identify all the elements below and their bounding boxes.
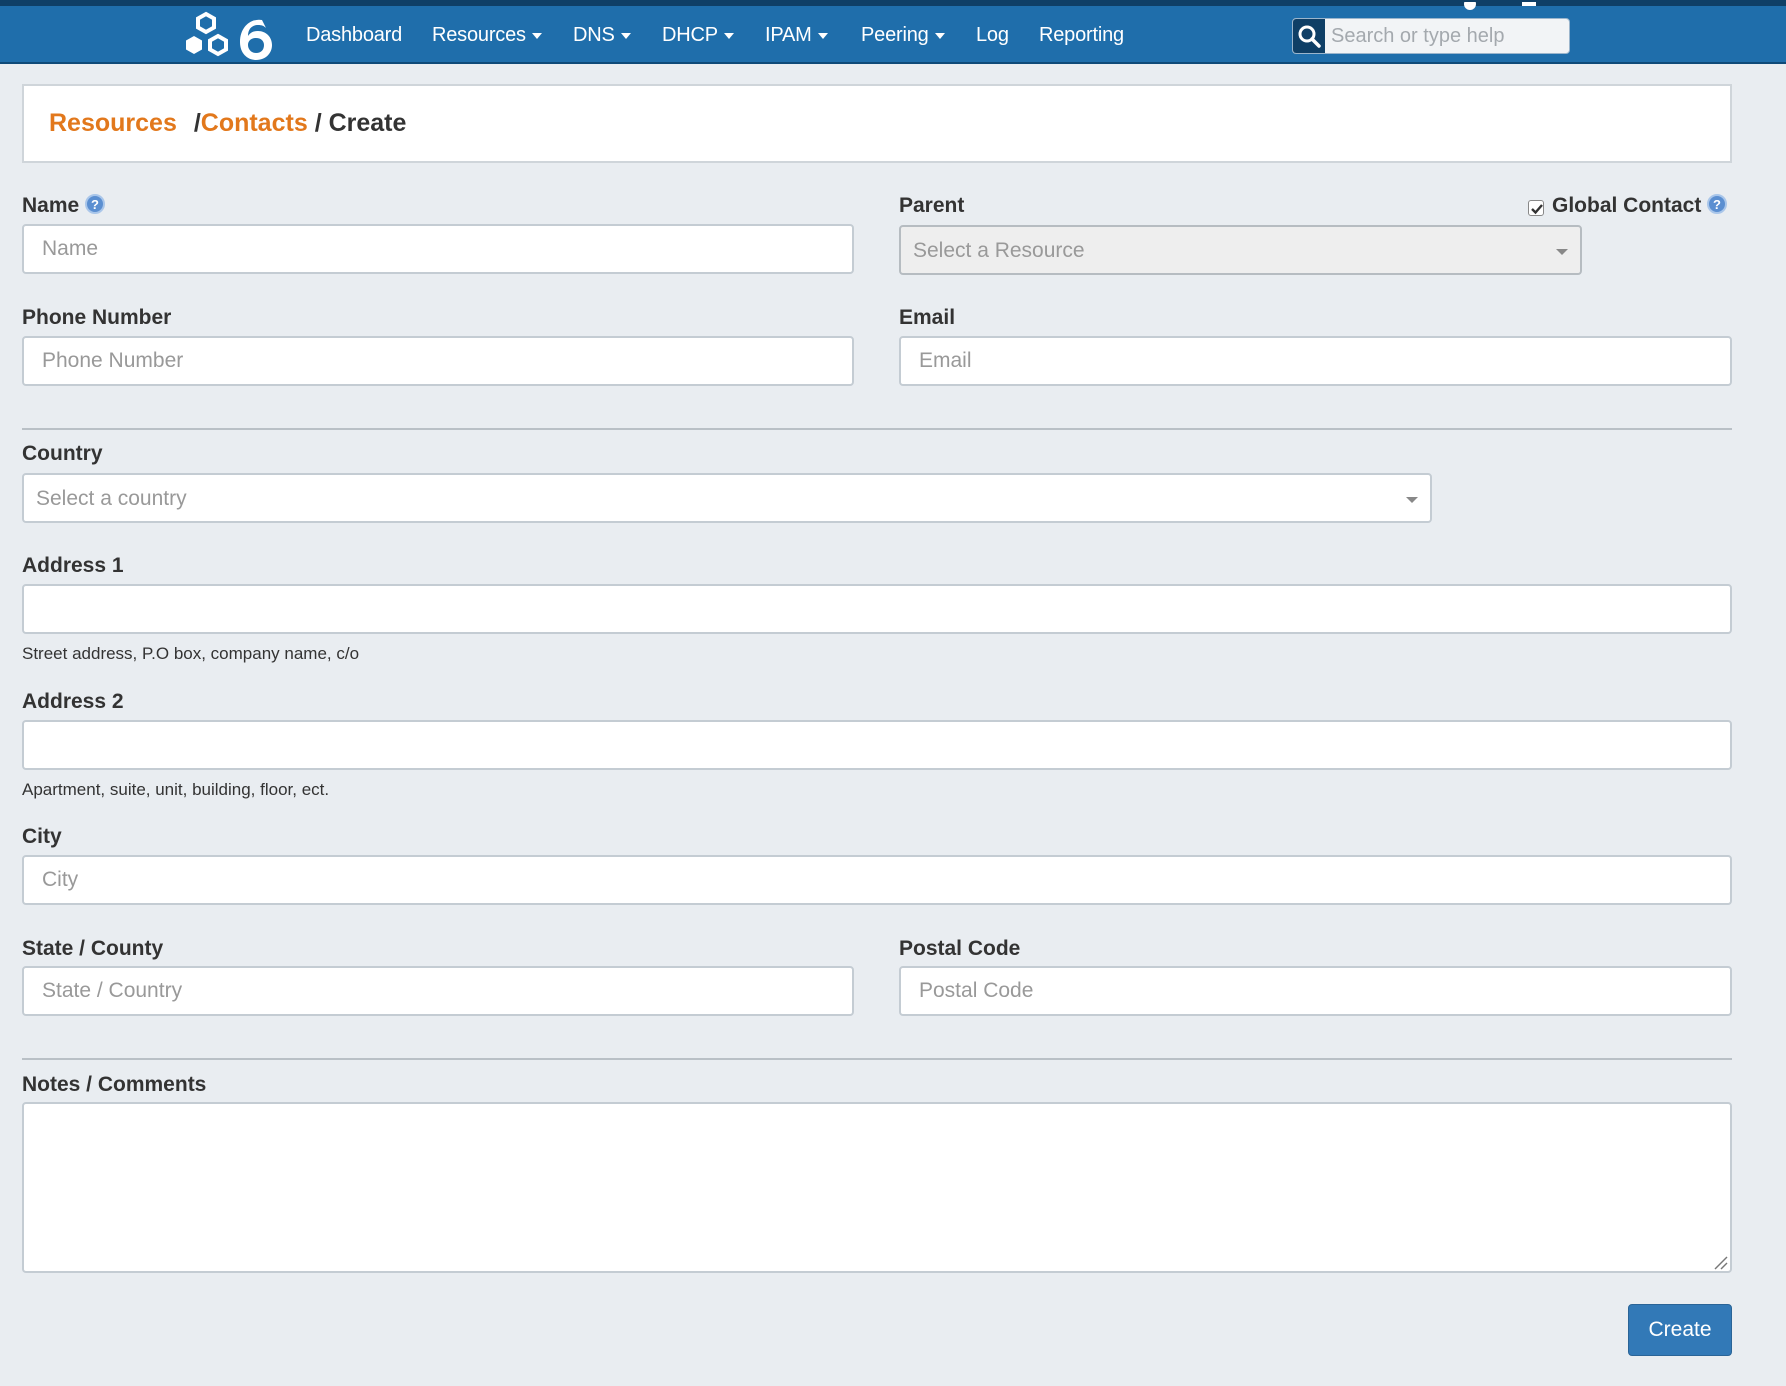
search-box [1292, 18, 1570, 54]
breadcrumb-separator: / [193, 109, 201, 137]
svg-text:?: ? [91, 197, 99, 212]
section-divider [22, 1058, 1732, 1060]
breadcrumb-separator: / [314, 109, 322, 137]
name-label-group: Name? [22, 194, 106, 218]
address1-input[interactable] [22, 584, 1732, 634]
nav-dns[interactable]: DNS [573, 24, 631, 47]
phone-input[interactable] [22, 336, 854, 386]
country-select[interactable]: Select a country [22, 473, 1432, 523]
nav-ipam[interactable]: IPAM [765, 24, 828, 47]
breadcrumb: Resources /Contacts / Create [49, 109, 406, 138]
nav-resources-label: Resources [432, 24, 526, 46]
search-icon [1298, 25, 1321, 48]
address2-label: Address 2 [22, 690, 124, 713]
breadcrumb-current: Create [328, 109, 407, 137]
phone-label: Phone Number [22, 306, 172, 329]
name-input[interactable] [22, 224, 854, 274]
svg-text:?: ? [1713, 197, 1721, 212]
nav-resources[interactable]: Resources [432, 24, 542, 47]
notes-label: Notes / Comments [22, 1073, 207, 1096]
nav-dns-label: DNS [573, 24, 615, 46]
caret-down-icon [531, 32, 542, 39]
nav-log-label: Log [976, 24, 1009, 46]
nav-peering[interactable]: Peering [861, 24, 945, 47]
nav-dashboard[interactable]: Dashboard [306, 24, 402, 47]
caret-down-icon [817, 32, 828, 39]
country-label: Country [22, 442, 103, 465]
email-label: Email [899, 306, 956, 329]
nav-reporting[interactable]: Reporting [1039, 24, 1124, 47]
address2-input[interactable] [22, 720, 1732, 770]
nav-reporting-label: Reporting [1039, 24, 1124, 46]
search-input[interactable] [1327, 19, 1567, 53]
global-contact-label-group: Global Contact? [1552, 194, 1728, 218]
nav-peering-label: Peering [861, 24, 929, 46]
parent-select[interactable]: Select a Resource [899, 225, 1582, 275]
help-icon[interactable]: ? [1707, 194, 1728, 214]
notes-textarea[interactable] [22, 1102, 1732, 1273]
hexagon-6-logo-icon[interactable] [178, 8, 278, 64]
address1-hint: Street address, P.O box, company name, c… [22, 644, 360, 663]
caret-down-icon [723, 32, 734, 39]
nav-dhcp-label: DHCP [662, 24, 718, 46]
nav-dhcp[interactable]: DHCP [662, 24, 734, 47]
breadcrumb-panel: Resources /Contacts / Create [22, 84, 1732, 163]
section-divider [22, 428, 1732, 430]
name-label: Name [22, 194, 80, 217]
state-input[interactable] [22, 966, 854, 1016]
nav-log[interactable]: Log [976, 24, 1009, 47]
country-select-placeholder: Select a country [36, 487, 187, 510]
postal-code-input[interactable] [899, 966, 1732, 1016]
email-input[interactable] [899, 336, 1732, 386]
address2-hint: Apartment, suite, unit, building, floor,… [22, 780, 330, 799]
resize-grip-icon[interactable] [1712, 1254, 1728, 1270]
create-button[interactable]: Create [1628, 1304, 1732, 1356]
parent-label: Parent [899, 194, 965, 217]
address1-label: Address 1 [22, 554, 124, 577]
state-label: State / County [22, 937, 164, 960]
caret-down-icon [620, 32, 631, 39]
breadcrumb-contacts-link[interactable]: Contacts [201, 109, 308, 137]
global-contact-label: Global Contact [1552, 194, 1702, 217]
nav-dashboard-label: Dashboard [306, 24, 403, 46]
top-decor-icon [1464, 2, 1536, 10]
global-contact-checkbox[interactable] [1528, 200, 1544, 216]
top-navbar: Dashboard Resources DNS DHCP IPAM Peerin… [0, 0, 1786, 64]
city-label: City [22, 825, 62, 848]
checkmark-icon [1531, 204, 1543, 215]
parent-select-placeholder: Select a Resource [913, 239, 1085, 262]
search-button[interactable] [1293, 19, 1325, 53]
breadcrumb-resources-link[interactable]: Resources [49, 109, 177, 137]
caret-down-icon [1556, 249, 1568, 255]
postal-code-label: Postal Code [899, 937, 1021, 960]
nav-ipam-label: IPAM [765, 24, 812, 46]
caret-down-icon [1406, 497, 1418, 503]
caret-down-icon [934, 32, 945, 39]
help-icon[interactable]: ? [85, 194, 106, 214]
city-input[interactable] [22, 855, 1732, 905]
